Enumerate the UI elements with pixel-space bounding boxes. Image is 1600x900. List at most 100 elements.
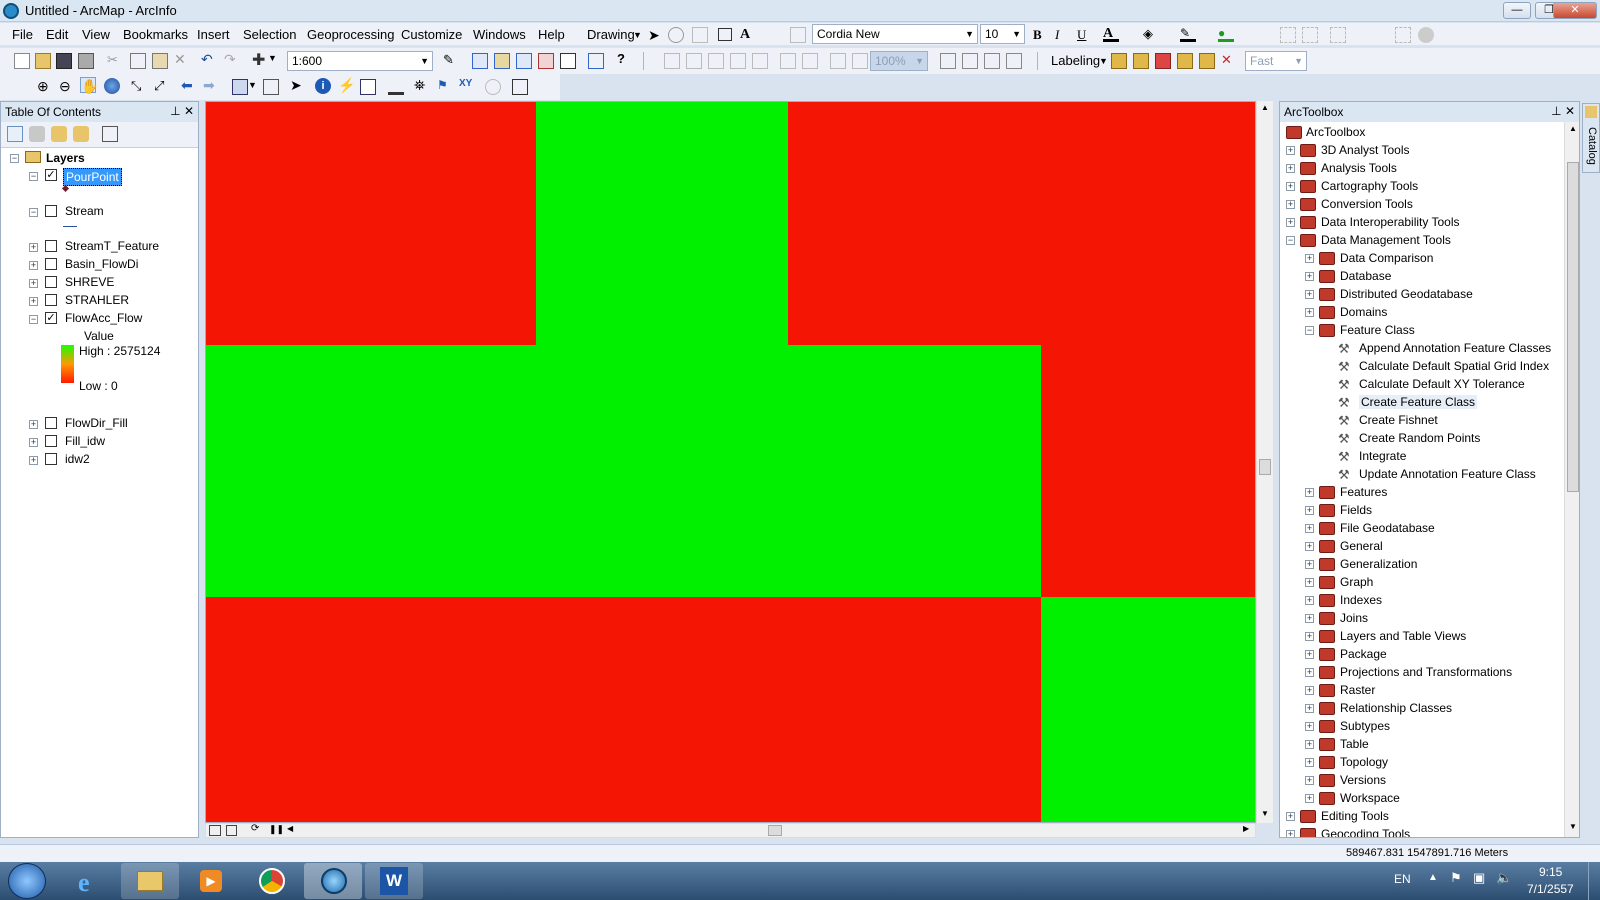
back-extent-icon[interactable]: ⬅ [181,77,197,93]
layer-collapse-icon[interactable]: − [29,172,38,181]
layer-flowacc-flow[interactable]: FlowAcc_Flow [65,311,142,325]
toolset-conversion-tools[interactable]: Conversion Tools [1321,197,1413,211]
tool-append-annotation-feature-classes[interactable]: Append Annotation Feature Classes [1359,341,1551,355]
view-unplaced-labels-icon[interactable] [1199,53,1215,69]
tree-expand-icon[interactable]: + [1286,146,1295,155]
pan-icon[interactable]: ✋ [80,77,98,94]
select-features-dropdown-icon[interactable]: ▼ [248,80,264,96]
font-color-button[interactable]: A [1103,26,1119,42]
taskbar-word[interactable]: W [365,863,423,899]
layers-root-label[interactable]: Layers [46,151,85,165]
editor-tool-icon[interactable] [1280,27,1296,43]
toolset-package[interactable]: Package [1340,647,1387,661]
identify-icon[interactable]: i [315,78,331,94]
tree-expand-icon[interactable]: + [1305,614,1314,623]
layer-expand-icon[interactable]: + [29,456,38,465]
tree-expand-icon[interactable]: + [1305,596,1314,605]
bold-button[interactable]: B [1033,27,1049,43]
layer-expand-icon[interactable]: + [29,297,38,306]
drawing-menu[interactable]: Drawing [587,27,635,42]
delete-icon[interactable]: ✕ [174,51,190,67]
fixed-zoom-out-layout-icon[interactable] [802,53,818,69]
arctoolbox-window-icon[interactable] [538,53,554,69]
data-driven-pages-icon[interactable] [1006,53,1022,69]
toolset-data-interoperability-tools[interactable]: Data Interoperability Tools [1321,215,1460,229]
scroll-left-icon[interactable]: ◀ [287,824,293,833]
show-desktop-button[interactable] [1588,862,1600,900]
font-size-dropdown[interactable]: 10 ▼ [980,24,1025,44]
add-data-icon[interactable]: ✚ [252,50,268,69]
open-folder-icon[interactable] [35,53,51,69]
refresh-icon[interactable]: ⟳ [251,823,259,834]
pause-labeling-icon[interactable] [1177,53,1193,69]
select-features-icon[interactable] [232,79,248,95]
toolset-subtypes[interactable]: Subtypes [1340,719,1390,733]
menu-help[interactable]: Help [538,27,565,42]
catalog-window-icon[interactable] [494,53,510,69]
change-layout-icon[interactable] [984,53,1000,69]
find-icon[interactable]: ⛯ [414,77,430,93]
layer-fill-idw[interactable]: Fill_idw [65,434,105,448]
menu-view[interactable]: View [82,27,110,42]
search-window-icon[interactable] [516,53,532,69]
label-quality-dropdown[interactable]: Fast ▼ [1245,51,1307,71]
taskbar-chrome[interactable] [243,863,301,899]
taskbar-internet-explorer[interactable]: e [60,863,118,899]
close-button[interactable]: ✕ [1553,2,1597,19]
tree-expand-icon[interactable]: + [1305,704,1314,713]
layer-expand-icon[interactable]: + [29,261,38,270]
toolset-versions[interactable]: Versions [1340,773,1386,787]
tree-expand-icon[interactable]: + [1305,794,1314,803]
toolset-indexes[interactable]: Indexes [1340,593,1382,607]
toc-pin-close[interactable]: ⊥ ✕ [170,104,194,118]
toggle-draft-mode-icon[interactable] [940,53,956,69]
tree-expand-icon[interactable]: + [1305,740,1314,749]
zoom-out-layout-icon[interactable] [686,53,702,69]
zoom-100-icon[interactable] [752,53,768,69]
menu-edit[interactable]: Edit [46,27,68,42]
select-elements-tool-icon[interactable]: ➤ [290,77,306,93]
time-slider-icon[interactable] [485,79,501,95]
layer-streamt-feature[interactable]: StreamT_Feature [65,239,159,253]
layer-checkbox-fill-idw[interactable] [45,435,57,447]
python-window-icon[interactable] [560,53,576,69]
labeling-dropdown-arrow[interactable]: ▼ [1099,56,1108,66]
toolset-table[interactable]: Table [1340,737,1369,751]
reshape-icon[interactable] [1330,27,1346,43]
toolset-domains[interactable]: Domains [1340,305,1387,319]
select-elements-icon[interactable]: ➤ [648,27,664,43]
snap-icon[interactable] [1395,27,1411,43]
layer-strahler[interactable]: STRAHLER [65,293,129,307]
layer-stream[interactable]: Stream [65,204,104,218]
zoom-to-selected-elements-icon[interactable] [692,27,708,43]
layer-expand-icon[interactable]: + [29,243,38,252]
html-popup-icon[interactable] [360,79,376,95]
text-tool-icon[interactable]: A [740,27,756,43]
action-center-flag-icon[interactable]: ⚑ [1450,870,1462,886]
viewer-window-icon[interactable] [512,79,528,95]
toolset-cartography-tools[interactable]: Cartography Tools [1321,179,1418,193]
tree-expand-icon[interactable]: + [1305,560,1314,569]
toolset-geocoding-tools[interactable]: Geocoding Tools [1321,827,1410,837]
toolset-workspace[interactable]: Workspace [1340,791,1400,805]
undo-icon[interactable]: ↶ [201,51,217,67]
full-extent-icon[interactable] [104,78,120,94]
toolset-topology[interactable]: Topology [1340,755,1388,769]
layer-expand-icon[interactable]: + [29,438,38,447]
rotate-icon[interactable] [668,27,684,43]
find-route-icon[interactable]: ⚑ [437,78,453,94]
language-indicator[interactable]: EN [1394,872,1411,886]
pan-layout-icon[interactable] [708,53,724,69]
layer-basin-flowdi[interactable]: Basin_FlowDi [65,257,138,271]
scroll-up-icon[interactable]: ▲ [1569,124,1577,133]
volume-icon[interactable]: 🔈 [1496,870,1512,886]
tree-expand-icon[interactable]: + [1286,812,1295,821]
map-scale-dropdown[interactable]: 1:600 ▼ [287,51,433,71]
tree-expand-icon[interactable]: + [1286,164,1295,173]
list-by-drawing-order-icon[interactable] [7,126,23,142]
tree-expand-icon[interactable]: + [1305,254,1314,263]
tree-expand-icon[interactable]: + [1305,758,1314,767]
drawing-dropdown-arrow[interactable]: ▼ [633,30,642,40]
menu-bookmarks[interactable]: Bookmarks [123,27,188,42]
toolset-analysis-tools[interactable]: Analysis Tools [1321,161,1397,175]
